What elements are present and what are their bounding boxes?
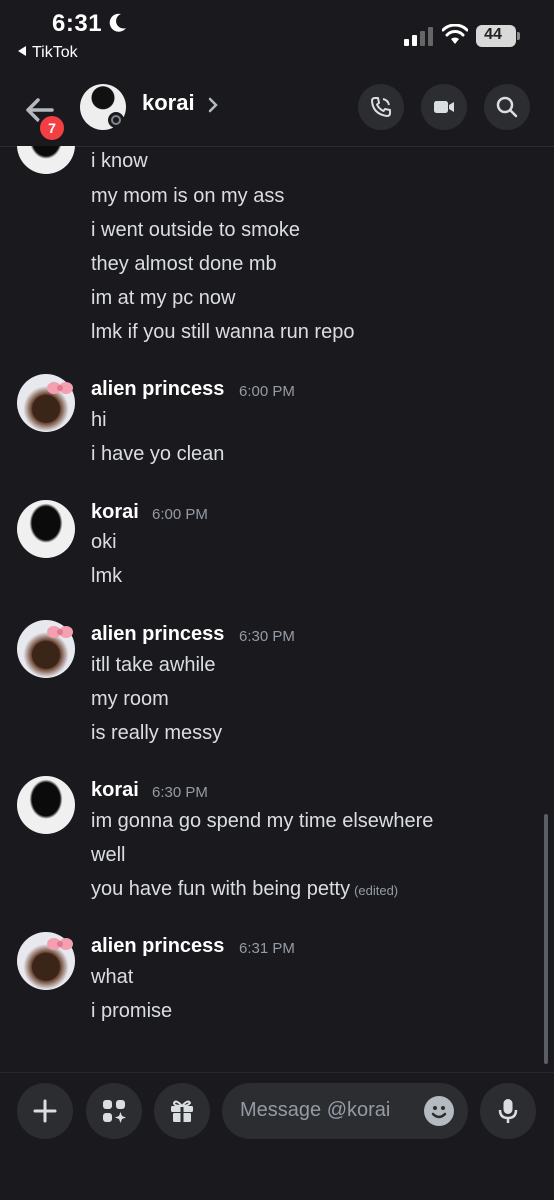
avatar[interactable]: [17, 776, 75, 834]
phone-icon: [371, 97, 391, 117]
avatar[interactable]: [17, 500, 75, 558]
message-line: im gonna go spend my time elsewhere: [91, 810, 434, 832]
message-line: i went outside to smoke: [91, 219, 300, 241]
smiley-face-icon: [431, 1106, 447, 1119]
emoji-icon[interactable]: [424, 1096, 454, 1126]
battery-level: 44: [484, 26, 502, 43]
message-input[interactable]: Message @korai: [222, 1083, 468, 1139]
search-button[interactable]: [484, 84, 530, 130]
back-app-label: TikTok: [32, 44, 78, 61]
message-line: my mom is on my ass: [91, 185, 285, 207]
offline-status-icon: [108, 112, 124, 128]
gift-icon: [171, 1100, 193, 1122]
message-line: i have yo clean: [91, 443, 225, 465]
message-text: you have fun with being petty: [91, 878, 351, 900]
moon-icon: [109, 13, 126, 32]
message-line: is really messy: [91, 722, 223, 744]
cellular-signal-icon: [404, 27, 433, 46]
message-line: what: [91, 966, 134, 988]
back-to-app-link[interactable]: TikTok: [18, 44, 78, 62]
edited-tag: (edited): [354, 883, 399, 898]
message-line: i promise: [91, 1000, 173, 1022]
message-line: hi: [91, 409, 107, 431]
message-line: oki: [91, 531, 117, 553]
video-call-button[interactable]: [421, 84, 467, 130]
message-line: itll take awhile: [91, 654, 216, 676]
voice-call-button[interactable]: [358, 84, 404, 130]
message-author[interactable]: alien princess: [91, 935, 224, 958]
dm-header: 7 korai: [0, 72, 554, 147]
message-timestamp: 6:30 PM: [239, 628, 295, 645]
message-line: lmk: [91, 565, 123, 587]
message-placeholder: Message @korai: [240, 1099, 391, 1121]
wifi-icon: [442, 24, 468, 44]
gift-button[interactable]: [154, 1083, 210, 1139]
search-icon: [496, 96, 518, 118]
message-line: well: [91, 844, 126, 866]
apps-icon: [103, 1100, 126, 1123]
message-author[interactable]: alien princess: [91, 378, 224, 401]
add-attachment-button[interactable]: [17, 1083, 73, 1139]
message-line: they almost done mb: [91, 253, 277, 275]
message-list[interactable]: i know my mom is on my ass i went outsid…: [0, 146, 554, 1070]
avatar[interactable]: [17, 146, 75, 174]
bow-icon: [47, 938, 73, 950]
plus-icon: [33, 1099, 57, 1123]
message-line: you have fun with being petty (edited): [91, 878, 398, 901]
message-line: my room: [91, 688, 169, 710]
message-author[interactable]: korai: [91, 501, 139, 524]
message-timestamp: 6:00 PM: [152, 506, 208, 523]
voice-message-button[interactable]: [480, 1083, 536, 1139]
message-timestamp: 6:31 PM: [239, 940, 295, 957]
apps-button[interactable]: [86, 1083, 142, 1139]
message-line: i know: [91, 150, 148, 172]
battery-indicator: 44: [476, 25, 520, 47]
back-triangle-icon: [18, 46, 26, 56]
message-timestamp: 6:30 PM: [152, 784, 208, 801]
video-camera-icon: [434, 101, 454, 113]
message-author[interactable]: alien princess: [91, 623, 224, 646]
clock: 6:31: [52, 10, 103, 37]
message-line: lmk if you still wanna run repo: [91, 321, 355, 343]
chevron-right-icon[interactable]: [207, 96, 219, 114]
scrollbar[interactable]: [544, 814, 548, 1064]
dm-title[interactable]: korai: [142, 90, 195, 116]
message-line: im at my pc now: [91, 287, 236, 309]
message-composer: Message @korai: [0, 1072, 554, 1200]
bow-icon: [47, 626, 73, 638]
unread-badge: 7: [37, 113, 67, 143]
message-author[interactable]: korai: [91, 779, 139, 802]
bow-icon: [47, 382, 73, 394]
microphone-icon: [498, 1099, 518, 1123]
message-timestamp: 6:00 PM: [239, 383, 295, 400]
status-bar: 6:31 TikTok 44: [0, 0, 554, 70]
